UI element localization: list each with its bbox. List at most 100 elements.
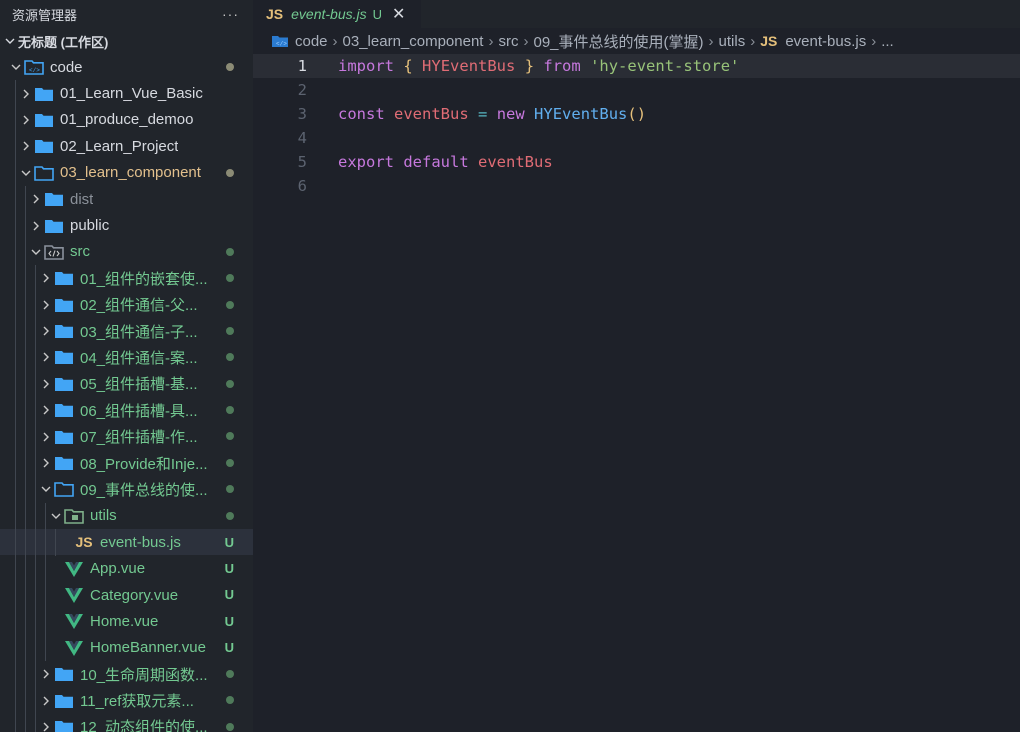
- chevron-right-icon: [38, 376, 54, 392]
- tree-item-label: 10_生命周期函数...: [80, 666, 208, 684]
- tree-file-item[interactable]: Category.vue U: [0, 582, 253, 608]
- tree-file-item[interactable]: HomeBanner.vue U: [0, 635, 253, 661]
- git-status-dot: [226, 476, 234, 502]
- svg-text:</>: </>: [276, 41, 287, 48]
- code-line[interactable]: 2: [253, 78, 1020, 102]
- tab-label: event-bus.js: [291, 6, 367, 22]
- chevron-right-icon: [38, 429, 54, 445]
- folder-open-icon: [34, 165, 54, 181]
- tab-event-bus[interactable]: JS event-bus.js U ✕: [253, 0, 421, 28]
- chevron-down-icon: [8, 59, 24, 75]
- tree-folder-item[interactable]: 01_Learn_Vue_Basic: [0, 80, 253, 106]
- folder-icon: [54, 719, 74, 732]
- chevron-right-icon: [18, 86, 34, 102]
- git-status-dot: [226, 265, 234, 291]
- chevron-right-icon: [28, 191, 44, 207]
- tree-item-label: dist: [70, 190, 94, 208]
- tree-folder-item[interactable]: 12_动态组件的使...: [0, 714, 253, 732]
- tree-folder-item[interactable]: 05_组件插槽-基...: [0, 371, 253, 397]
- breadcrumb: </> code › 03_learn_component › src › 09_事件…: [253, 28, 1020, 54]
- tree-folder-item[interactable]: dist: [0, 186, 253, 212]
- tree-folder-item[interactable]: 08_Provide和Inje...: [0, 450, 253, 476]
- explorer-sidebar: 资源管理器 ··· 无标题 (工作区) </> code 01_Learn_Vue_…: [0, 0, 253, 732]
- more-actions-icon[interactable]: ···: [222, 6, 239, 22]
- explorer-header: 资源管理器 ···: [0, 0, 253, 28]
- tree-folder-item[interactable]: 02_Learn_Project: [0, 133, 253, 159]
- chevron-right-icon: ›: [523, 32, 529, 50]
- indent-guide: [35, 265, 36, 732]
- code-line[interactable]: 1 import { HYEventBus } from 'hy-event-st…: [253, 54, 1020, 78]
- breadcrumb-file[interactable]: event-bus.js: [785, 33, 866, 50]
- tree-file-item[interactable]: JS event-bus.js U: [0, 529, 253, 556]
- tree-folder-item[interactable]: public: [0, 212, 253, 238]
- tree-folder-item[interactable]: 01_组件的嵌套使...: [0, 265, 253, 291]
- src-folder-icon: [44, 244, 64, 260]
- tree-folder-item[interactable]: 07_组件插槽-作...: [0, 423, 253, 449]
- breadcrumb-item[interactable]: utils: [719, 33, 746, 50]
- folder-icon: [34, 86, 54, 102]
- code-token: =: [478, 105, 488, 123]
- tree-item-label: 01_组件的嵌套使...: [80, 270, 208, 288]
- line-number: 3: [297, 105, 307, 123]
- tree-item-label: utils: [90, 507, 117, 525]
- code-token: 'hy-event-store': [590, 57, 740, 75]
- tree-item-label: Category.vue: [90, 586, 179, 604]
- chevron-right-icon: [38, 666, 54, 682]
- tree-file-item[interactable]: App.vue U: [0, 555, 253, 581]
- folder-icon: [44, 218, 64, 234]
- tree-folder-item[interactable]: </> code: [0, 54, 253, 80]
- workspace-header[interactable]: 无标题 (工作区): [0, 28, 253, 54]
- code-text: export default eventBus: [338, 150, 553, 174]
- tree-item-label: event-bus.js: [100, 533, 181, 551]
- tree-file-item[interactable]: Home.vue U: [0, 608, 253, 634]
- folder-icon: [44, 191, 64, 207]
- tree-folder-item[interactable]: 04_组件通信-案...: [0, 344, 253, 370]
- tree-folder-item[interactable]: 09_事件总线的使...: [0, 476, 253, 502]
- tree-item-label: public: [70, 217, 110, 235]
- code-token: }: [524, 57, 535, 75]
- code-token: default: [403, 153, 469, 171]
- line-number: 4: [297, 129, 307, 147]
- code-token: eventBus: [478, 153, 553, 171]
- tree-item-label: 09_事件总线的使...: [80, 481, 208, 499]
- chevron-right-icon: [18, 112, 34, 128]
- chevron-down-icon: [18, 165, 34, 181]
- tree-item-label: 07_组件插槽-作...: [80, 429, 198, 447]
- git-status-dot: [226, 160, 234, 186]
- folder-icon: [54, 666, 74, 682]
- git-untracked-badge: U: [224, 587, 234, 603]
- git-untracked-badge: U: [224, 640, 234, 656]
- tree-item-label: code: [50, 58, 83, 76]
- tree-folder-item[interactable]: src: [0, 239, 253, 265]
- code-line[interactable]: 3 const eventBus = new HYEventBus(): [253, 102, 1020, 126]
- tree-folder-item[interactable]: 03_learn_component: [0, 160, 253, 186]
- tree-folder-item[interactable]: 01_produce_demoo: [0, 107, 253, 133]
- code-line[interactable]: 6: [253, 174, 1020, 198]
- git-status-dot: [226, 344, 234, 370]
- breadcrumb-item[interactable]: 03_learn_component: [343, 33, 484, 50]
- code-line[interactable]: 4: [253, 126, 1020, 150]
- close-icon[interactable]: ✕: [392, 4, 405, 24]
- tree-folder-item[interactable]: utils: [0, 503, 253, 529]
- breadcrumb-item[interactable]: code: [295, 33, 328, 50]
- breadcrumb-tail[interactable]: ...: [881, 33, 894, 50]
- git-status-dot: [226, 292, 234, 318]
- code-editor[interactable]: 1 import { HYEventBus } from 'hy-event-st…: [253, 54, 1020, 732]
- breadcrumb-item[interactable]: 09_事件总线的使用(掌握): [533, 31, 703, 52]
- indent-guide: [45, 502, 46, 662]
- chevron-right-icon: ›: [332, 32, 338, 50]
- tree-item-label: 01_Learn_Vue_Basic: [60, 85, 203, 103]
- js-file-icon: JS: [266, 6, 284, 22]
- tree-folder-item[interactable]: 06_组件插槽-具...: [0, 397, 253, 423]
- tree-folder-item[interactable]: 10_生命周期函数...: [0, 661, 253, 687]
- tree-folder-item[interactable]: 03_组件通信-子...: [0, 318, 253, 344]
- tree-folder-item[interactable]: 11_ref获取元素...: [0, 687, 253, 713]
- tree-item-label: 11_ref获取元素...: [80, 693, 194, 711]
- breadcrumb-item[interactable]: src: [498, 33, 518, 50]
- tree-folder-item[interactable]: 02_组件通信-父...: [0, 292, 253, 318]
- code-line[interactable]: 5 export default eventBus: [253, 150, 1020, 174]
- tab-bar: JS event-bus.js U ✕: [253, 0, 1020, 28]
